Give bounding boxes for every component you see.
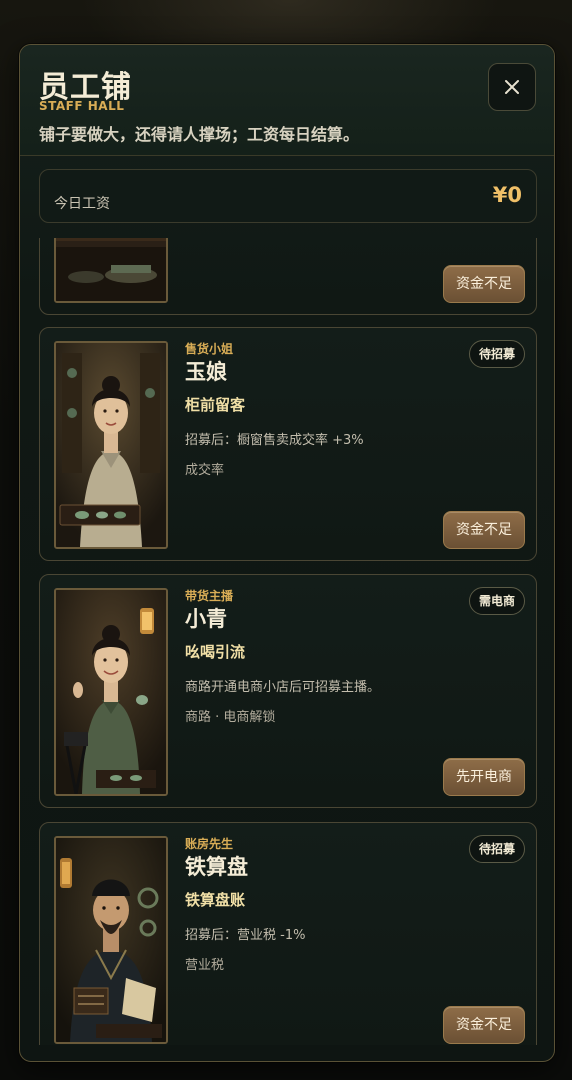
staff-portrait	[54, 341, 168, 549]
page-tagline: 铺子要做大，还得请人撑场；工资每日结算。	[39, 125, 360, 144]
staff-card: 售货小姐 玉娘 柜前留客 招募后：橱窗售卖成交率 +3% 成交率 待招募 资金不…	[39, 327, 537, 561]
staff-description: 招募后：营业税 -1%	[185, 928, 306, 943]
staff-card: 带货主播 小青 吆喝引流 商路开通电商小店后可招募主播。 商路 · 电商解锁 需…	[39, 574, 537, 808]
staff-skill: 柜前留客	[185, 396, 246, 414]
panel-header: 员工铺 STAFF HALL 铺子要做大，还得请人撑场；工资每日结算。	[20, 45, 554, 156]
staff-list[interactable]: 资金不足 售货小姐 玉娘 柜前留客 招募后：橱窗售卖成交率 +3% 成交率 待招…	[39, 238, 537, 1045]
page-subtitle: STAFF HALL	[39, 99, 125, 113]
status-badge: 需电商	[468, 587, 525, 615]
staff-description: 招募后：橱窗售卖成交率 +3%	[185, 433, 364, 448]
staff-effect-tag: 营业税	[185, 958, 225, 973]
staff-role: 售货小姐	[185, 342, 234, 356]
staff-portrait	[54, 588, 168, 796]
daily-wage-label: 今日工资	[54, 196, 110, 212]
staff-name: 铁算盘	[185, 855, 248, 879]
status-badge: 待招募	[468, 340, 525, 368]
recruit-button[interactable]: 资金不足	[443, 265, 525, 303]
staff-effect-tag: 成交率	[185, 463, 225, 478]
staff-role: 带货主播	[185, 589, 234, 603]
staff-card: 账房先生 铁算盘 铁算盘账 招募后：营业税 -1% 营业税 待招募 资金不足	[39, 822, 537, 1045]
staff-description: 商路开通电商小店后可招募主播。	[185, 680, 381, 695]
staff-card: 资金不足	[39, 238, 537, 315]
staff-portrait	[54, 836, 168, 1044]
close-button[interactable]	[488, 63, 536, 111]
staff-skill: 铁算盘账	[185, 891, 246, 909]
daily-wage-box: 今日工资 ¥0	[39, 169, 537, 223]
staff-hall-panel: 员工铺 STAFF HALL 铺子要做大，还得请人撑场；工资每日结算。 今日工资…	[19, 44, 555, 1062]
status-badge: 待招募	[468, 835, 525, 863]
staff-skill: 吆喝引流	[185, 643, 246, 661]
staff-name: 小青	[185, 607, 227, 631]
staff-effect-tag: 商路 · 电商解锁	[185, 710, 276, 725]
staff-portrait	[54, 238, 168, 303]
staff-name: 玉娘	[185, 360, 227, 384]
open-ecommerce-button[interactable]: 先开电商	[443, 758, 525, 796]
daily-wage-value: ¥0	[492, 183, 522, 207]
close-icon	[505, 80, 519, 94]
recruit-button[interactable]: 资金不足	[443, 1006, 525, 1044]
staff-role: 账房先生	[185, 837, 234, 851]
recruit-button[interactable]: 资金不足	[443, 511, 525, 549]
